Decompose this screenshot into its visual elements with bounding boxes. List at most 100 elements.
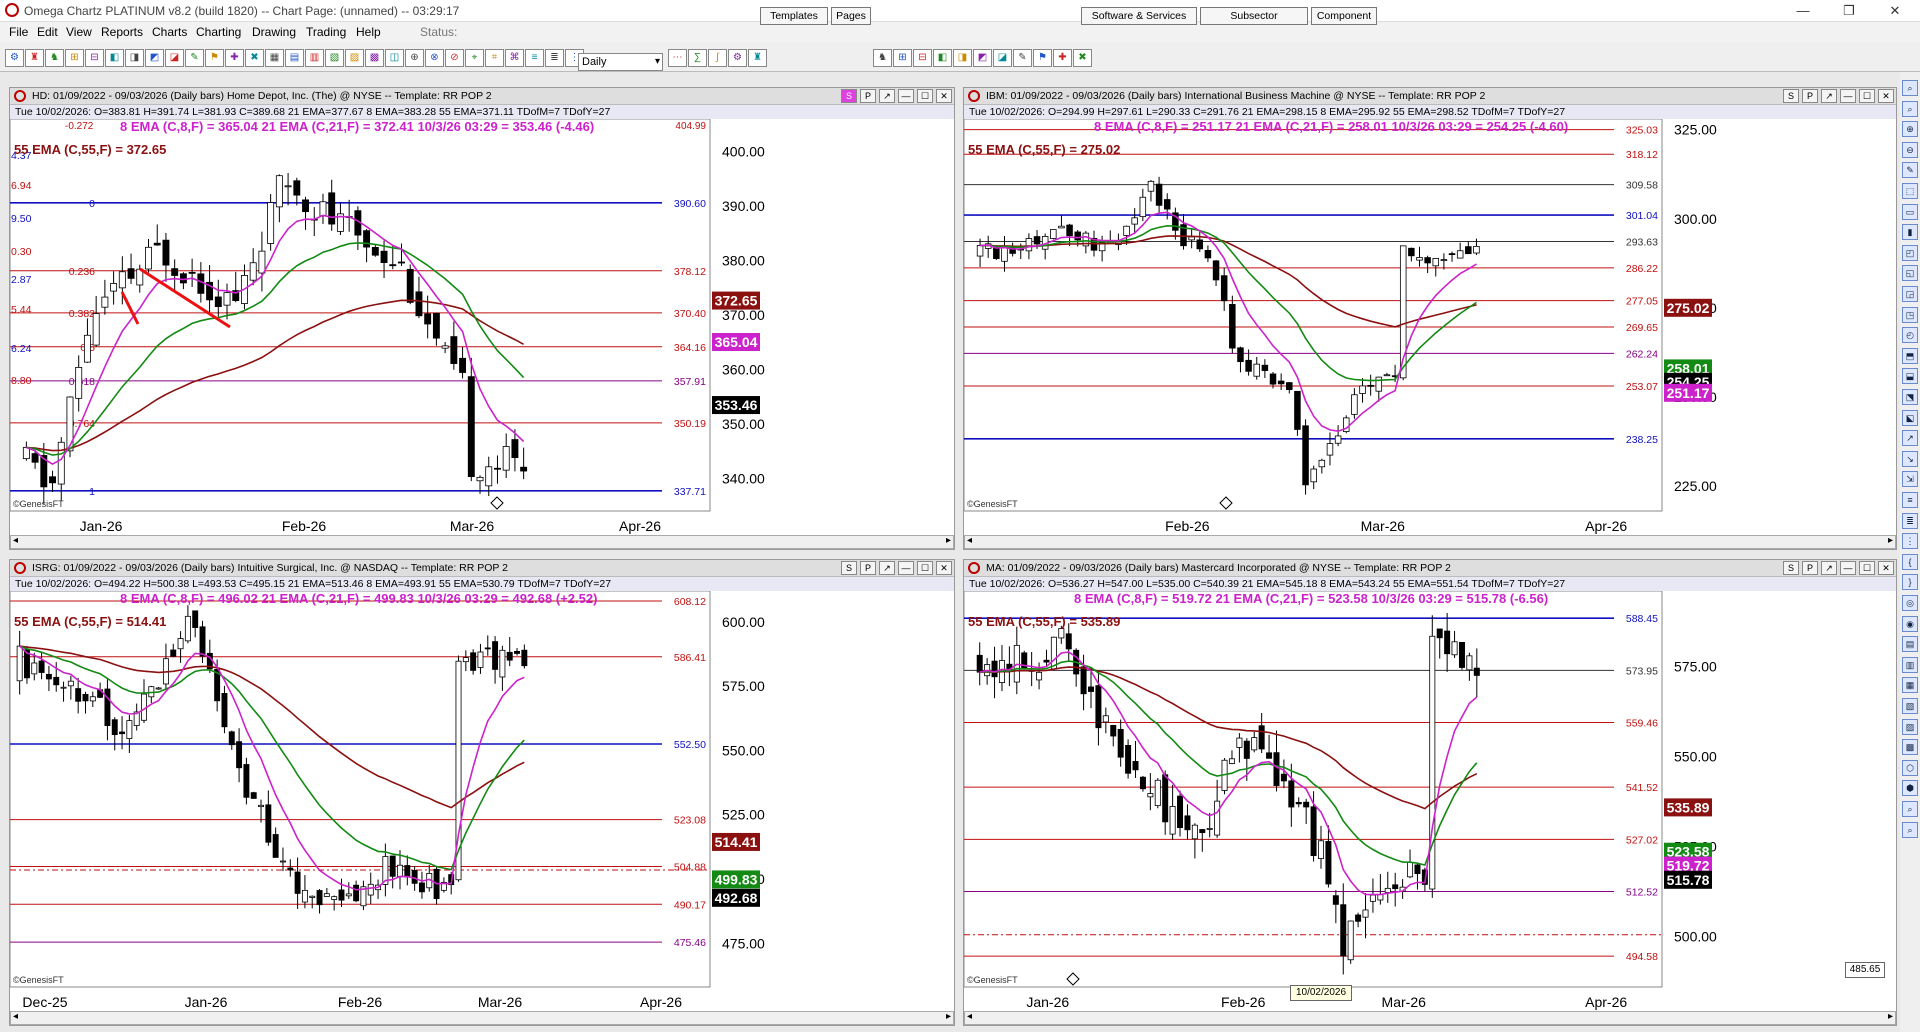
side-tool-icon[interactable]: ⌕ [1902,821,1918,838]
toolbar-tool-icon[interactable]: ⚑ [205,49,224,67]
toolbar-tool-icon[interactable]: ◩ [973,49,992,67]
horizontal-scrollbar[interactable] [964,535,1896,549]
toolbar-tool-icon[interactable]: ◩ [145,49,164,67]
chart-panel-hd[interactable]: HD: 01/09/2022 - 09/03/2026 (Daily bars)… [9,87,955,550]
menu-charts[interactable]: Charts [152,25,187,39]
side-tool-icon[interactable]: ◉ [1902,615,1918,632]
side-tool-icon[interactable]: ⬚ [1902,183,1918,199]
side-tool-icon[interactable]: ⌕ [1902,100,1918,117]
side-tool-icon[interactable]: { [1902,553,1918,570]
panel-popout-button[interactable]: ↗ [1821,561,1837,575]
toolbar-tool-icon[interactable]: ✎ [1013,49,1032,67]
templates-button[interactable]: Templates [760,7,828,25]
toolbar-tool-icon[interactable]: ⊞ [893,49,912,67]
side-tool-icon[interactable]: ◳ [1902,306,1918,323]
side-tool-icon[interactable]: ↗ [1902,430,1918,447]
period-select[interactable]: Daily [578,53,663,71]
toolbar-tool-icon[interactable]: ✚ [1053,49,1072,67]
side-tool-icon[interactable]: ▧ [1902,698,1918,714]
toolbar-tool-icon[interactable]: ▨ [345,49,364,67]
panel-close-button[interactable]: ✕ [936,89,952,103]
panel-minimize-button[interactable]: — [1840,89,1856,103]
menu-reports[interactable]: Reports [101,25,143,39]
side-tool-icon[interactable]: ◰ [1902,244,1918,261]
software-services-button[interactable]: Software & Services [1081,7,1197,25]
chart-panel-ma[interactable]: MA: 01/09/2022 - 09/03/2026 (Daily bars)… [963,559,1897,1026]
panel-maximize-button[interactable]: ☐ [1859,89,1875,103]
panel-p-button[interactable]: P [860,561,876,575]
toolbar-tool-icon[interactable]: ⚙ [728,49,747,67]
toolbar-tool-icon[interactable]: ♜ [748,49,767,67]
toolbar-tool-icon[interactable]: ≡ [525,49,544,67]
toolbar-tool-icon[interactable]: ◪ [165,49,184,67]
chart-panel-ibm[interactable]: IBM: 01/09/2022 - 09/03/2026 (Daily bars… [963,87,1897,550]
side-tool-icon[interactable]: } [1902,574,1918,591]
chart-plot[interactable]: 390.60 378.12 370.40 364.16 357.91 350.19 337.… [10,119,954,539]
panel-popout-button[interactable]: ↗ [879,89,895,103]
panel-s-button[interactable]: S [841,89,857,103]
side-tool-icon[interactable]: ⊕ [1902,121,1918,138]
toolbar-tool-icon[interactable]: ⊕ [405,49,424,67]
panel-s-button[interactable]: S [841,561,857,575]
chart-plot[interactable]: 325.03 318.12 309.58 301.04 293.63 286.22 277.… [964,119,1896,539]
side-tool-icon[interactable]: ⬕ [1902,409,1918,426]
toolbar-tool-icon[interactable]: ◪ [993,49,1012,67]
toolbar-tool-icon[interactable]: ⌖ [465,49,484,67]
chart-panel-isrg[interactable]: ISRG: 01/09/2022 - 09/03/2026 (Daily bar… [9,559,955,1026]
toolbar-tool-icon[interactable]: ▤ [285,49,304,67]
side-tool-icon[interactable]: ◴ [1902,327,1918,344]
toolbar-tool-icon[interactable]: ⌘ [505,49,524,67]
panel-maximize-button[interactable]: ☐ [917,561,933,575]
side-tool-icon[interactable]: ⇲ [1902,471,1918,488]
toolbar-tool-icon[interactable]: ◨ [953,49,972,67]
side-tool-icon[interactable]: ✎ [1902,162,1918,179]
side-tool-icon[interactable]: ⋮ [1902,533,1918,550]
panel-popout-button[interactable]: ↗ [879,561,895,575]
toolbar-tool-icon[interactable]: ⊗ [425,49,444,67]
restore-button[interactable]: ❐ [1826,1,1872,21]
toolbar-tool-icon[interactable]: ✚ [225,49,244,67]
toolbar-tool-icon[interactable]: ▥ [305,49,324,67]
menu-view[interactable]: View [66,25,92,39]
panel-maximize-button[interactable]: ☐ [917,89,933,103]
panel-p-button[interactable]: P [1802,561,1818,575]
side-tool-icon[interactable]: ▦ [1902,677,1918,694]
chart-plot[interactable]: 608.12 586.41 552.50 523.08 504.88 490.17 475.… [10,591,954,1015]
side-tool-icon[interactable]: ▮ [1902,224,1918,241]
toolbar-tool-icon[interactable]: ⌗ [485,49,504,67]
toolbar-tool-icon[interactable]: ▧ [325,49,344,67]
panel-s-button[interactable]: S [1783,561,1799,575]
side-tool-icon[interactable]: ▭ [1902,203,1918,220]
side-tool-icon[interactable]: ≣ [1902,512,1918,529]
toolbar-tool-icon[interactable]: ⊘ [445,49,464,67]
side-tool-icon[interactable]: ▤ [1902,636,1918,653]
panel-p-button[interactable]: P [1802,89,1818,103]
side-tool-icon[interactable]: ⬔ [1902,389,1918,405]
horizontal-scrollbar[interactable] [964,1011,1896,1025]
close-button[interactable]: ✕ [1872,1,1918,21]
horizontal-scrollbar[interactable] [10,535,954,549]
panel-p-button[interactable]: P [860,89,876,103]
toolbar-tool-icon[interactable]: ⊟ [85,49,104,67]
toolbar-tool-icon[interactable]: ≣ [545,49,564,67]
toolbar-tool-icon[interactable]: ◨ [125,49,144,67]
toolbar-tool-icon[interactable]: ♜ [25,49,44,67]
toolbar-tool-icon[interactable]: ◫ [385,49,404,67]
side-tool-icon[interactable]: ≡ [1902,492,1918,508]
toolbar-tool-icon[interactable]: ▩ [365,49,384,67]
toolbar-tool-icon[interactable]: ✖ [1073,49,1092,67]
side-tool-icon[interactable]: ↘ [1902,450,1918,467]
toolbar-tool-icon[interactable]: ⚑ [1033,49,1052,67]
chart-plot[interactable]: 588.45 573.95 559.46 541.52 527.02 512.52 494.… [964,591,1896,1015]
panel-close-button[interactable]: ✕ [1878,561,1894,575]
minimize-button[interactable]: — [1780,1,1826,21]
side-tool-icon[interactable]: ◎ [1902,595,1918,611]
toolbar-tool-icon[interactable]: ⋯ [668,49,687,67]
side-tool-icon[interactable]: ⊖ [1902,141,1918,158]
toolbar-tool-icon[interactable]: ◧ [933,49,952,67]
panel-s-button[interactable]: S [1783,89,1799,103]
menu-trading[interactable]: Trading [306,25,346,39]
side-tool-icon[interactable]: ⬓ [1902,368,1918,385]
side-tool-icon[interactable]: ⌕ [1902,80,1918,96]
side-tool-icon[interactable]: ⬢ [1902,780,1918,797]
